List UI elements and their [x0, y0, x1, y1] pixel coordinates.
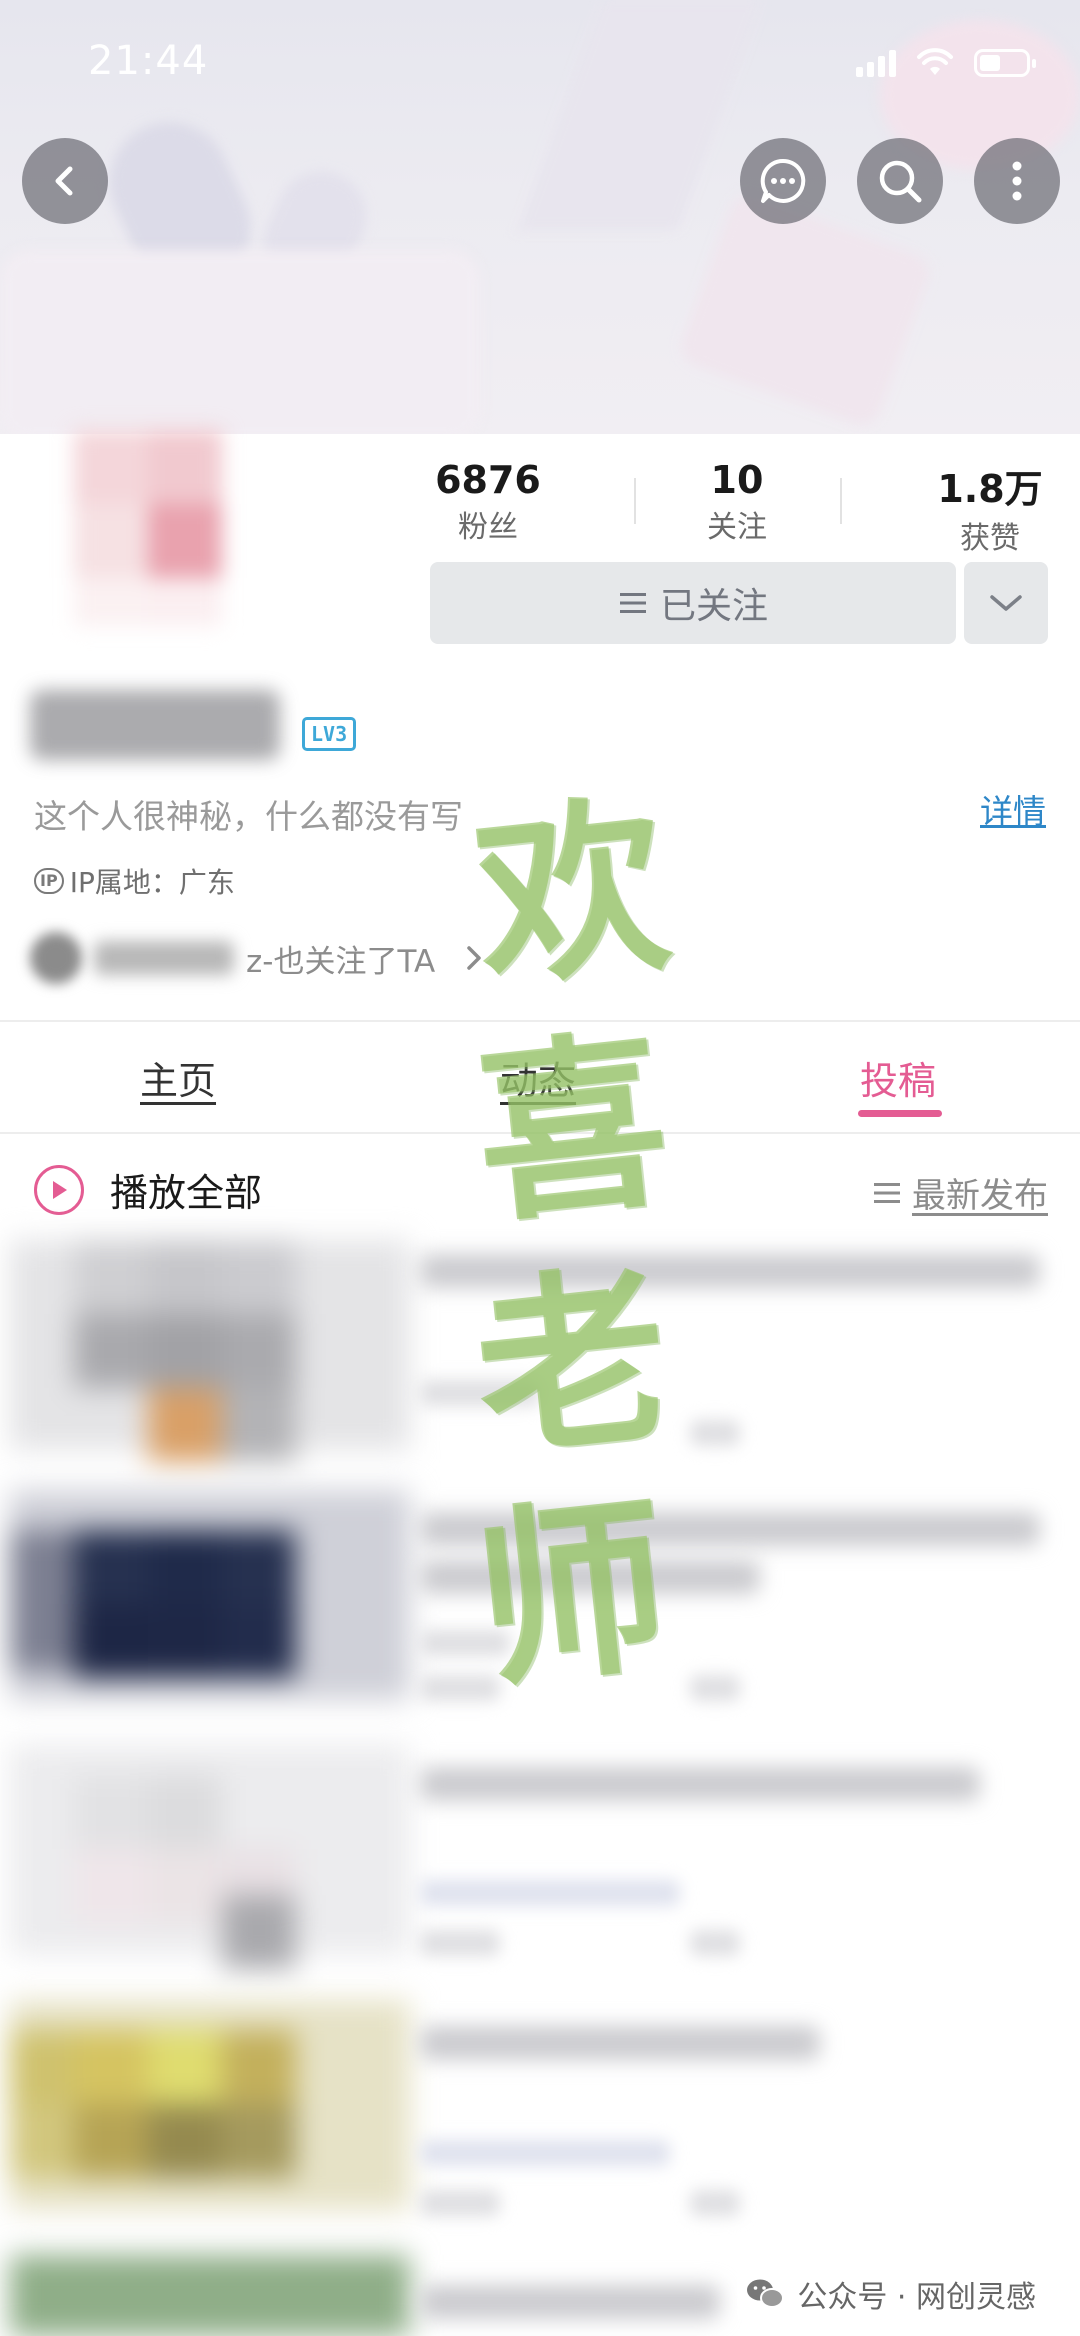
menu-icon	[874, 1182, 900, 1203]
video-meta-blurred	[690, 1930, 740, 1956]
menu-icon	[619, 593, 646, 613]
sort-button[interactable]: 最新发布	[872, 1168, 1048, 1217]
battery-icon	[974, 49, 1036, 77]
wifi-icon	[917, 48, 953, 75]
stat-following[interactable]: 10 关注	[637, 458, 837, 546]
bio-text: 这个人很神秘，什么都没有写	[34, 797, 463, 836]
fans-count: 6876	[435, 458, 541, 502]
avatar[interactable]	[50, 430, 246, 626]
detail-link[interactable]: 详情	[980, 785, 1046, 833]
status-icons	[856, 48, 1036, 78]
signal-icon	[856, 49, 896, 77]
level-badge: LV3	[302, 717, 357, 751]
video-meta-blurred	[690, 1420, 740, 1446]
back-button[interactable]	[22, 138, 108, 224]
chevron-down-icon	[990, 595, 1022, 611]
wechat-watermark: 公众号 · 网创灵感	[737, 2268, 1044, 2320]
tab-posts[interactable]: 投稿	[860, 1050, 936, 1105]
video-thumbnail	[10, 2000, 410, 2210]
ip-tag-icon: IP	[34, 868, 64, 894]
video-title-blurred	[420, 2285, 720, 2319]
sort-label: 最新发布	[912, 1176, 1048, 1216]
chevron-left-icon	[55, 166, 73, 196]
video-meta-blurred	[420, 1880, 680, 1906]
search-icon	[879, 160, 922, 203]
message-icon	[760, 158, 806, 203]
stat-divider	[634, 478, 636, 524]
mutual-follow-row[interactable]: z-也关注了TA	[30, 932, 487, 984]
message-button[interactable]	[740, 138, 826, 224]
video-meta-blurred	[420, 1930, 500, 1956]
video-meta-blurred	[690, 1675, 740, 1701]
footer-watermark-text: 公众号 · 网创灵感	[797, 2280, 1036, 2315]
video-meta-blurred	[420, 2140, 670, 2166]
video-thumbnail	[10, 1240, 410, 1462]
play-all-label: 播放全部	[110, 1171, 263, 1215]
ip-location: IP属地：广东	[69, 866, 235, 899]
video-item[interactable]	[0, 1745, 1080, 1995]
stat-likes[interactable]: 1.8万 获赞	[890, 458, 1080, 557]
stat-divider	[840, 478, 842, 524]
more-icon	[1012, 161, 1022, 201]
mutual-name-blurred	[94, 941, 234, 975]
ip-location-row: IP IP属地：广东	[34, 861, 235, 901]
search-button[interactable]	[857, 138, 943, 224]
following-label: 关注	[707, 510, 767, 545]
tab-active-indicator	[858, 1110, 942, 1117]
play-all-button[interactable]: 播放全部	[34, 1162, 262, 1217]
fans-label: 粉丝	[458, 510, 518, 545]
more-button[interactable]	[974, 138, 1060, 224]
watermark-char: 师	[465, 1472, 678, 1715]
mutual-avatar	[30, 932, 82, 984]
video-item[interactable]	[0, 2000, 1080, 2250]
tab-home[interactable]: 主页	[140, 1050, 216, 1105]
likes-label: 获赞	[960, 521, 1020, 556]
followed-button[interactable]: 已关注	[430, 562, 956, 644]
recommend-dropdown-button[interactable]	[964, 562, 1048, 644]
wechat-icon	[747, 2279, 785, 2308]
followed-label: 已关注	[659, 586, 768, 627]
play-icon	[34, 1164, 84, 1215]
video-meta-blurred	[420, 2190, 500, 2216]
username-blurred	[30, 690, 280, 760]
video-meta-blurred	[690, 2190, 740, 2216]
stat-fans[interactable]: 6876 粉丝	[388, 458, 588, 546]
video-thumbnail	[10, 1490, 410, 1700]
following-count: 10	[710, 458, 764, 502]
video-title-blurred	[420, 2026, 820, 2060]
video-thumbnail	[10, 1745, 410, 1969]
status-time: 21:44	[88, 38, 209, 84]
likes-count: 1.8万	[937, 467, 1043, 511]
video-title-blurred	[420, 1767, 980, 1801]
mutual-text: z-也关注了TA	[246, 943, 436, 980]
video-thumbnail	[10, 2255, 410, 2336]
